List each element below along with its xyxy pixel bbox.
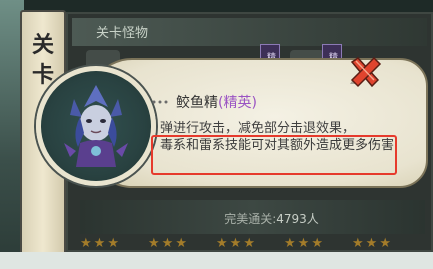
name-divider-icon (152, 100, 168, 104)
star-icon: ★ (148, 236, 160, 251)
section-label: 关卡怪物 (96, 26, 149, 41)
star-icon: ★ (93, 236, 106, 251)
star-icon: ★ (80, 236, 92, 251)
star-icon: ★ (365, 236, 378, 251)
stage-stars: ★ ★ ★ (80, 237, 119, 251)
close-x-icon (350, 56, 382, 88)
star-icon: ★ (379, 236, 391, 251)
perfect-clear-label: 完美通关: (224, 212, 277, 226)
star-icon: ★ (352, 236, 364, 251)
stage-stars: ★ ★ ★ (284, 237, 323, 251)
star-icon: ★ (284, 236, 296, 251)
star-icon: ★ (216, 236, 228, 251)
star-icon: ★ (161, 236, 174, 251)
perfect-clear-count: 完美通关:4793人 (0, 210, 433, 227)
star-icon: ★ (229, 236, 242, 251)
weakness-description: 毒系和雷系技能可对其额外造成更多伤害 (160, 138, 395, 153)
bottom-bar (0, 252, 433, 269)
stage-panel-title: 关卡 (32, 32, 55, 88)
monster-name-text: 鲛鱼精 (176, 95, 218, 111)
star-icon: ★ (311, 236, 323, 251)
stage-stars: ★ ★ ★ (352, 237, 391, 251)
monster-name: 鲛鱼精(精英) (176, 92, 257, 112)
monster-avatar (36, 66, 156, 186)
star-icon: ★ (297, 236, 310, 251)
star-icon: ★ (107, 236, 119, 251)
star-icon: ★ (243, 236, 255, 251)
stage-stars: ★ ★ ★ (148, 237, 187, 251)
perfect-clear-number: 4793人 (276, 212, 319, 226)
monster-rank: (精英) (218, 95, 257, 111)
monster-description-line: 弹进行攻击，减免部分击退效果， (160, 121, 356, 136)
star-icon: ★ (175, 236, 187, 251)
stage-stars: ★ ★ ★ (216, 237, 255, 251)
close-button[interactable] (344, 56, 384, 88)
shark-spirit-portrait-icon (64, 85, 128, 167)
